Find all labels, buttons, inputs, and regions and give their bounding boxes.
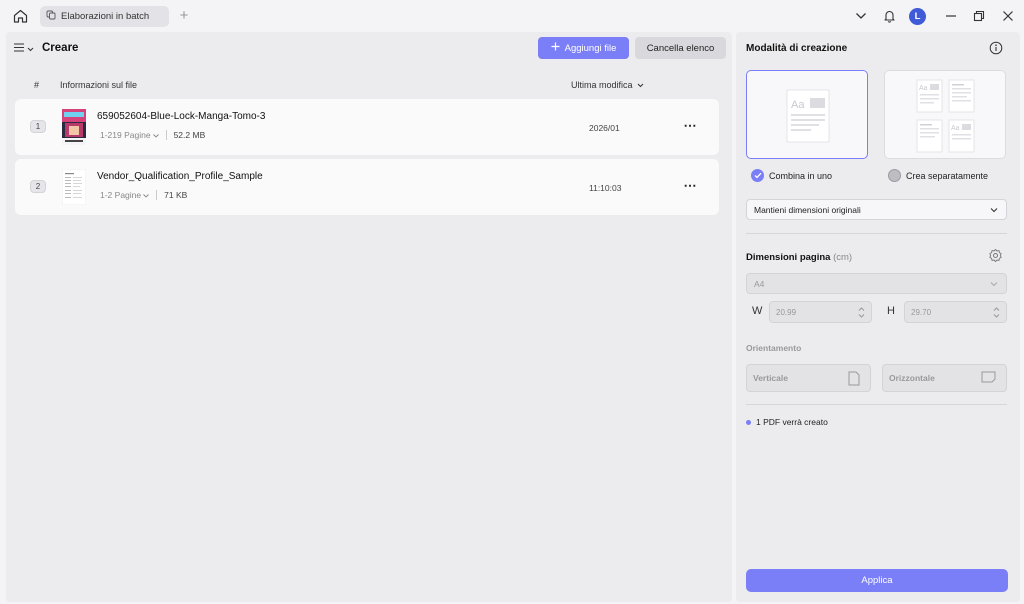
file-modified: 2026/01 <box>589 123 620 133</box>
tab-label: Elaborazioni in batch <box>61 11 150 22</box>
clear-list-button[interactable]: Cancella elenco <box>635 37 726 59</box>
chevron-down-icon <box>27 43 34 55</box>
size-select-value: Mantieni dimensioni originali <box>754 204 861 215</box>
minimize-icon[interactable] <box>943 8 959 24</box>
svg-text:Aa: Aa <box>791 99 805 111</box>
chevron-down-icon <box>152 130 159 140</box>
column-last-modified-label: Ultima modifica <box>571 80 633 90</box>
close-icon[interactable] <box>1000 8 1016 24</box>
file-meta: 1-2 Pagine 71 KB <box>100 190 187 200</box>
table-row[interactable]: 2 Vendor_Qualification_Profile_Sample 1-… <box>15 159 719 215</box>
status-text: 1 PDF verrà creato <box>756 417 828 427</box>
radio-empty-icon <box>888 169 901 182</box>
page-range-dropdown[interactable]: 1-2 Pagine <box>100 190 149 200</box>
height-field[interactable]: 29.70 <box>904 301 1007 323</box>
portrait-page-icon <box>848 371 860 386</box>
svg-text:Aa: Aa <box>919 85 928 92</box>
height-value: 29.70 <box>911 307 932 317</box>
stepper-icon[interactable] <box>858 306 865 321</box>
file-name: 659052604-Blue-Lock-Manga-Tomo-3 <box>97 111 266 122</box>
chevron-down-icon <box>990 279 998 289</box>
file-size: 52.2 MB <box>173 130 206 140</box>
paper-size-select[interactable]: A4 <box>746 273 1007 294</box>
add-files-label: Aggiungi file <box>564 42 617 54</box>
file-thumbnail <box>61 168 87 206</box>
separate-mode-card[interactable]: Aa Aa <box>884 70 1006 159</box>
portrait-label: Verticale <box>753 373 788 383</box>
chevron-down-icon <box>637 80 644 90</box>
tab-batch[interactable]: Elaborazioni in batch <box>40 6 169 27</box>
chevron-down-icon[interactable] <box>853 8 869 24</box>
more-options-icon[interactable]: ⋯ <box>682 118 698 133</box>
status-message: 1 PDF verrà creato <box>746 417 828 427</box>
batch-icon <box>46 10 56 23</box>
page-dimensions-unit: (cm) <box>833 252 853 263</box>
separate-label: Crea separatamente <box>906 170 989 181</box>
divider <box>746 404 1007 405</box>
new-tab-button[interactable]: + <box>176 8 192 24</box>
page-range: 1-2 Pagine <box>100 190 142 200</box>
portrait-button[interactable]: Verticale <box>746 364 871 392</box>
avatar[interactable]: L <box>909 8 926 25</box>
check-icon <box>751 169 764 182</box>
gear-icon[interactable] <box>988 248 1003 263</box>
combine-label: Combina in uno <box>769 170 833 181</box>
file-name: Vendor_Qualification_Profile_Sample <box>97 171 263 182</box>
divider <box>746 233 1007 234</box>
height-label: H <box>887 305 895 317</box>
column-file-info: Informazioni sul file <box>60 80 138 90</box>
bell-icon[interactable] <box>881 8 897 24</box>
row-index: 2 <box>30 180 46 193</box>
separate-radio[interactable]: Crea separatamente <box>888 169 988 182</box>
file-list-panel: Creare Aggiungi file Cancella elenco # I… <box>6 32 732 602</box>
settings-panel: Modalità di creazione Aa Aa Aa Combina i… <box>736 32 1020 602</box>
row-index: 1 <box>30 120 46 133</box>
column-index: # <box>34 80 40 90</box>
landscape-page-icon <box>981 371 996 383</box>
file-thumbnail <box>62 109 86 145</box>
width-field[interactable]: 20.99 <box>769 301 872 323</box>
divider <box>165 130 167 140</box>
size-select[interactable]: Mantieni dimensioni originali <box>746 199 1007 220</box>
plus-icon <box>551 42 560 54</box>
document-icon: Aa <box>786 89 830 143</box>
page-dimensions-label: Dimensioni pagina <box>746 252 831 263</box>
restore-icon[interactable] <box>971 8 987 24</box>
page-title: Creare <box>42 42 79 54</box>
chevron-down-icon <box>990 205 998 215</box>
landscape-label: Orizzontale <box>889 373 935 383</box>
width-label: W <box>752 305 763 317</box>
orientation-title: Orientamento <box>746 343 802 353</box>
divider <box>156 190 158 200</box>
documents-icon: Aa Aa <box>916 79 975 153</box>
page-range: 1-219 Pagine <box>100 130 151 140</box>
file-meta: 1-219 Pagine 52.2 MB <box>100 130 205 140</box>
menu-button[interactable] <box>14 42 36 56</box>
home-icon[interactable] <box>10 7 30 25</box>
page-dimensions-title: Dimensioni pagina (cm) <box>746 252 852 263</box>
info-icon[interactable] <box>989 41 1003 55</box>
page-range-dropdown[interactable]: 1-219 Pagine <box>100 130 159 140</box>
status-dot-icon <box>746 419 751 425</box>
title-bar: Elaborazioni in batch + L <box>0 0 1024 32</box>
stepper-icon[interactable] <box>993 306 1000 321</box>
more-options-icon[interactable]: ⋯ <box>682 178 698 193</box>
chevron-down-icon <box>143 190 149 200</box>
combine-mode-card[interactable]: Aa <box>746 70 868 159</box>
paper-size-value: A4 <box>754 278 765 289</box>
creation-mode-title: Modalità di creazione <box>746 43 848 54</box>
column-last-modified[interactable]: Ultima modifica <box>571 80 644 90</box>
hamburger-icon <box>14 43 24 55</box>
combine-radio[interactable]: Combina in uno <box>751 169 832 182</box>
file-modified: 11:10:03 <box>589 183 622 193</box>
svg-text:Aa: Aa <box>951 125 960 132</box>
apply-button[interactable]: Applica <box>746 569 1008 592</box>
landscape-button[interactable]: Orizzontale <box>882 364 1007 392</box>
table-row[interactable]: 1 659052604-Blue-Lock-Manga-Tomo-3 1-219… <box>15 99 719 155</box>
width-value: 20.99 <box>776 307 797 317</box>
add-files-button[interactable]: Aggiungi file <box>538 37 629 59</box>
file-size: 71 KB <box>164 190 188 200</box>
